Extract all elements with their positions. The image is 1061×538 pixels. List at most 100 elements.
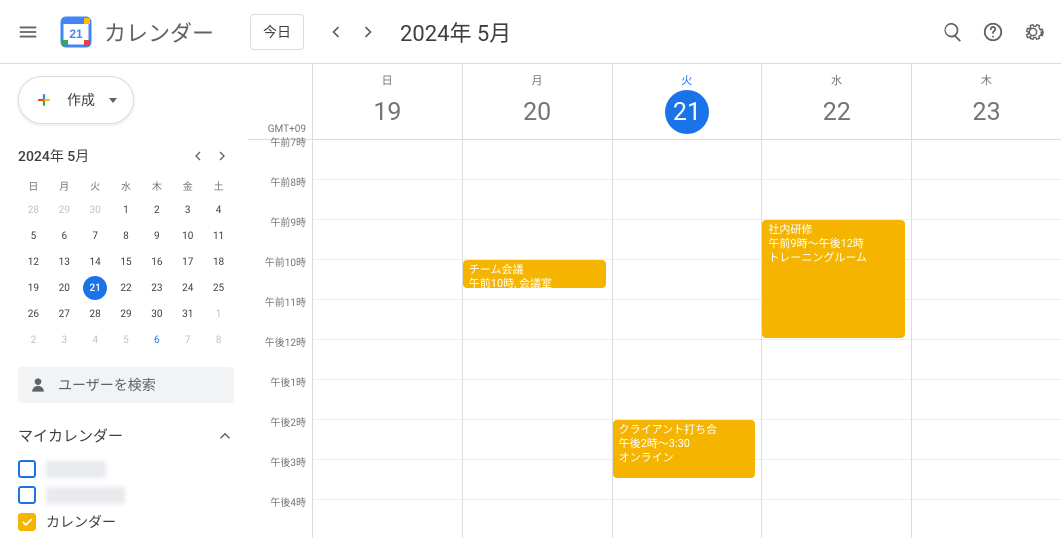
hour-cell[interactable]	[912, 220, 1061, 260]
mini-day[interactable]: 21	[83, 276, 107, 300]
help-icon[interactable]	[973, 12, 1013, 52]
hour-cell[interactable]	[313, 140, 462, 180]
settings-icon[interactable]	[1013, 12, 1053, 52]
hour-cell[interactable]	[762, 460, 911, 500]
hour-cell[interactable]	[463, 180, 612, 220]
mini-day[interactable]: 30	[83, 198, 107, 222]
mini-day[interactable]: 30	[145, 302, 169, 326]
mini-day[interactable]: 15	[114, 250, 138, 274]
day-column[interactable]: 社内研修午前9時～午後12時トレーニングルーム	[761, 140, 911, 538]
mini-day[interactable]: 17	[176, 250, 200, 274]
hour-cell[interactable]	[613, 220, 762, 260]
my-calendars-toggle[interactable]: マイカレンダー	[18, 425, 234, 446]
calendar-event[interactable]: チーム会議午前10時, 会議室	[463, 260, 606, 288]
hour-cell[interactable]	[313, 300, 462, 340]
calendar-event[interactable]: クライアント打ち合午後2時～3:30オンライン	[613, 420, 756, 478]
mini-day[interactable]: 11	[207, 224, 231, 248]
hour-cell[interactable]	[463, 460, 612, 500]
app-logo[interactable]: 21 カレンダー	[56, 12, 214, 52]
calendar-list-item[interactable]: カレンダー	[18, 508, 234, 536]
mini-day[interactable]: 7	[83, 224, 107, 248]
hour-cell[interactable]	[313, 260, 462, 300]
hour-cell[interactable]	[313, 180, 462, 220]
today-button[interactable]: 今日	[250, 14, 304, 50]
mini-day[interactable]: 20	[52, 276, 76, 300]
mini-prev-month[interactable]	[186, 144, 210, 168]
mini-day[interactable]: 28	[83, 302, 107, 326]
hour-cell[interactable]	[613, 340, 762, 380]
next-period-button[interactable]	[352, 16, 384, 48]
mini-day[interactable]: 28	[21, 198, 45, 222]
mini-day[interactable]: 29	[52, 198, 76, 222]
mini-day[interactable]: 6	[145, 328, 169, 352]
hour-cell[interactable]	[313, 380, 462, 420]
hour-cell[interactable]	[613, 180, 762, 220]
hour-cell[interactable]	[912, 460, 1061, 500]
calendar-list-item[interactable]: ██████	[18, 456, 234, 482]
mini-day[interactable]: 16	[145, 250, 169, 274]
hour-cell[interactable]	[313, 220, 462, 260]
mini-day[interactable]: 8	[114, 224, 138, 248]
prev-period-button[interactable]	[320, 16, 352, 48]
mini-day[interactable]: 5	[21, 224, 45, 248]
mini-day[interactable]: 29	[114, 302, 138, 326]
hour-cell[interactable]	[912, 380, 1061, 420]
search-icon[interactable]	[933, 12, 973, 52]
mini-day[interactable]: 13	[52, 250, 76, 274]
hour-cell[interactable]	[912, 180, 1061, 220]
day-column[interactable]: クライアント打ち合午後2時～3:30オンライン	[612, 140, 762, 538]
hour-cell[interactable]	[762, 180, 911, 220]
day-header[interactable]: 火21	[612, 64, 762, 139]
hour-cell[interactable]	[762, 140, 911, 180]
hour-cell[interactable]	[463, 340, 612, 380]
calendar-event[interactable]: 社内研修午前9時～午後12時トレーニングルーム	[762, 220, 905, 338]
calendar-checkbox[interactable]	[18, 460, 36, 478]
hour-cell[interactable]	[762, 380, 911, 420]
mini-day[interactable]: 2	[21, 328, 45, 352]
mini-day[interactable]: 18	[207, 250, 231, 274]
mini-day[interactable]: 25	[207, 276, 231, 300]
calendar-checkbox[interactable]	[18, 486, 36, 504]
hour-cell[interactable]	[613, 300, 762, 340]
hour-cell[interactable]	[613, 260, 762, 300]
mini-day[interactable]: 3	[52, 328, 76, 352]
mini-day[interactable]: 26	[21, 302, 45, 326]
mini-day[interactable]: 10	[176, 224, 200, 248]
create-button[interactable]: 作成	[18, 76, 134, 124]
day-header[interactable]: 水22	[761, 64, 911, 139]
hour-cell[interactable]	[762, 420, 911, 460]
hour-cell[interactable]	[762, 340, 911, 380]
hour-cell[interactable]	[463, 220, 612, 260]
mini-day[interactable]: 27	[52, 302, 76, 326]
mini-day[interactable]: 23	[145, 276, 169, 300]
mini-day[interactable]: 4	[83, 328, 107, 352]
day-column[interactable]	[911, 140, 1061, 538]
calendar-checkbox[interactable]	[18, 513, 36, 531]
mini-day[interactable]: 12	[21, 250, 45, 274]
mini-day[interactable]: 2	[145, 198, 169, 222]
hour-cell[interactable]	[613, 140, 762, 180]
hour-cell[interactable]	[463, 500, 612, 538]
hour-cell[interactable]	[313, 500, 462, 538]
hour-cell[interactable]	[912, 260, 1061, 300]
mini-day[interactable]: 1	[114, 198, 138, 222]
hour-cell[interactable]	[912, 300, 1061, 340]
hour-cell[interactable]	[912, 340, 1061, 380]
mini-day[interactable]: 14	[83, 250, 107, 274]
menu-icon[interactable]	[8, 12, 48, 52]
day-column[interactable]	[312, 140, 462, 538]
mini-day[interactable]: 4	[207, 198, 231, 222]
hour-cell[interactable]	[313, 460, 462, 500]
day-header[interactable]: 月20	[462, 64, 612, 139]
mini-day[interactable]: 5	[114, 328, 138, 352]
mini-day[interactable]: 31	[176, 302, 200, 326]
mini-day[interactable]: 19	[21, 276, 45, 300]
mini-next-month[interactable]	[210, 144, 234, 168]
hour-cell[interactable]	[313, 420, 462, 460]
hour-cell[interactable]	[463, 420, 612, 460]
mini-day[interactable]: 3	[176, 198, 200, 222]
hour-cell[interactable]	[313, 340, 462, 380]
calendar-list-item[interactable]: ████████	[18, 482, 234, 508]
hour-cell[interactable]	[613, 380, 762, 420]
mini-day[interactable]: 1	[207, 302, 231, 326]
